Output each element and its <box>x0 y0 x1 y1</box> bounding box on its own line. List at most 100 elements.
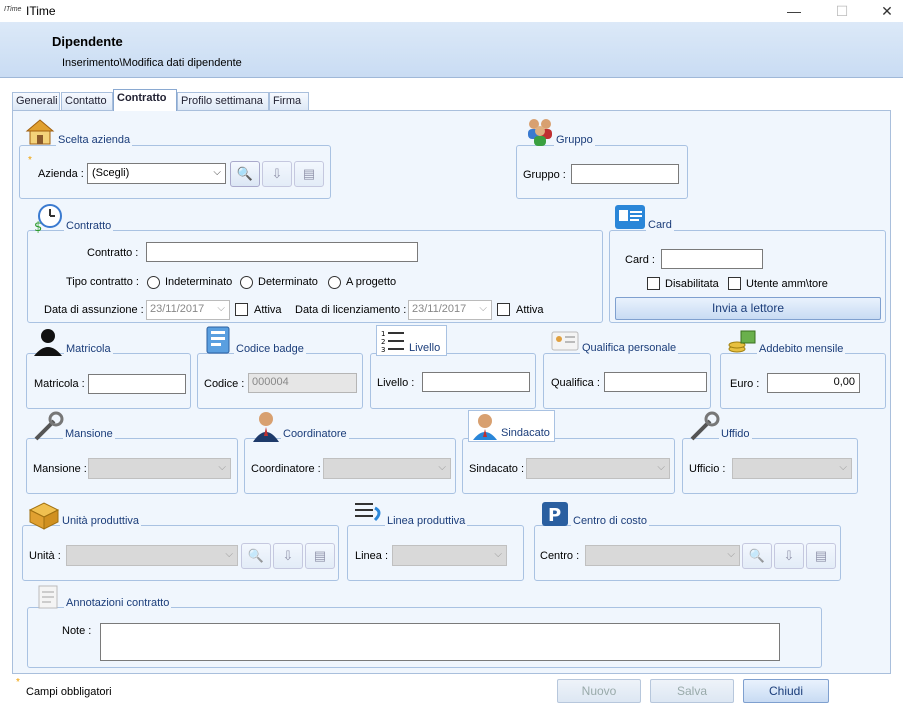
linea-select[interactable]: ⌵ <box>392 545 507 566</box>
sindacato-select[interactable]: ⌵ <box>526 458 670 479</box>
edit-icon: ▤ <box>313 548 327 563</box>
unita-select[interactable]: ⌵ <box>66 545 238 566</box>
contratto-input[interactable] <box>146 242 418 262</box>
wrench-icon <box>690 411 720 441</box>
ufficio-select[interactable]: ⌵ <box>732 458 852 479</box>
livello-group-title: Livello <box>407 342 443 354</box>
qualification-card-icon <box>551 331 579 351</box>
chevron-down-icon: ⌵ <box>217 303 225 314</box>
minimize-button[interactable]: — <box>771 0 817 22</box>
azienda-group-title: Scelta azienda <box>56 134 133 146</box>
id-card-icon <box>615 205 645 229</box>
badge-icon <box>206 326 230 354</box>
attiva-assunzione-checkbox[interactable] <box>235 303 248 316</box>
gruppo-input[interactable] <box>571 164 679 184</box>
ufficio-group-title: Uffido <box>719 428 752 440</box>
down-azienda-button[interactable]: ⇩ <box>262 161 292 187</box>
nuovo-button[interactable]: Nuovo <box>557 679 641 703</box>
radio-a-progetto-label: A progetto <box>346 276 397 288</box>
coordinatore-label: Coordinatore : <box>251 463 321 475</box>
radio-determinato-label: Determinato <box>258 276 318 288</box>
contratto-group-title: Contratto <box>64 220 114 232</box>
coordinatore-select[interactable]: ⌵ <box>323 458 451 479</box>
annotazioni-group-title: Annotazioni contratto <box>64 597 172 609</box>
sindacato-label: Sindacato : <box>469 463 525 475</box>
radio-a-progetto[interactable] <box>328 276 341 289</box>
down-unita-button[interactable]: ⇩ <box>273 543 303 569</box>
note-textarea[interactable] <box>100 623 780 661</box>
search-icon: 🔍 <box>236 166 254 181</box>
chevron-down-icon: ⌵ <box>479 303 487 314</box>
azienda-label: Azienda : <box>38 168 84 180</box>
qualifica-label: Qualifica : <box>551 377 600 389</box>
data-assunzione-value: 23/11/2017 <box>150 303 205 315</box>
svg-text:3: 3 <box>381 346 385 354</box>
maximize-button[interactable]: ☐ <box>819 0 865 22</box>
tab-contatto[interactable]: Contatto <box>61 92 113 110</box>
tab-profilo-settimana[interactable]: Profilo settimana <box>177 92 269 110</box>
close-button[interactable]: ✕ <box>864 0 903 22</box>
title-bar: ITime ITime — ☐ ✕ <box>0 0 903 22</box>
search-unita-button[interactable]: 🔍 <box>241 543 271 569</box>
radio-indeterminato[interactable] <box>147 276 160 289</box>
chevron-down-icon: ⌵ <box>494 549 502 560</box>
edit-azienda-button[interactable]: ▤ <box>294 161 324 187</box>
centro-select[interactable]: ⌵ <box>585 545 740 566</box>
card-input[interactable] <box>661 249 763 269</box>
arrow-down-icon: ⇩ <box>282 548 294 563</box>
codice-input[interactable]: 000004 <box>248 373 357 393</box>
edit-icon: ▤ <box>814 548 828 563</box>
radio-determinato[interactable] <box>240 276 253 289</box>
chevron-down-icon: ⌵ <box>225 549 233 560</box>
radio-indeterminato-label: Indeterminato <box>165 276 233 288</box>
required-fields-note: Campi obbligatori <box>26 686 112 698</box>
chiudi-button[interactable]: Chiudi <box>743 679 829 703</box>
tab-contratto[interactable]: Contratto <box>113 89 177 111</box>
search-centro-button[interactable]: 🔍 <box>742 543 772 569</box>
utente-amministratore-checkbox[interactable] <box>728 277 741 290</box>
azienda-select[interactable]: (Scegli) ⌵ <box>87 163 226 184</box>
edit-unita-button[interactable]: ▤ <box>305 543 335 569</box>
page-title: Dipendente <box>52 34 123 49</box>
euro-input[interactable]: 0,00 <box>767 373 860 393</box>
disabilitata-checkbox[interactable] <box>647 277 660 290</box>
unita-group-title: Unità produttiva <box>60 515 142 527</box>
tab-generali[interactable]: Generali <box>12 92 60 110</box>
linea-group-title: Linea produttiva <box>385 515 468 527</box>
codice-badge-group-title: Codice badge <box>234 343 306 355</box>
addebito-group-title: Addebito mensile <box>757 343 846 355</box>
chevron-down-icon: ⌵ <box>438 462 446 473</box>
arrow-down-icon: ⇩ <box>783 548 795 563</box>
matricola-input[interactable] <box>88 374 186 394</box>
centro-group-title: Centro di costo <box>571 515 649 527</box>
attiva-licenziamento-checkbox[interactable] <box>497 303 510 316</box>
edit-icon: ▤ <box>302 166 316 181</box>
contratto-label: Contratto : <box>87 247 139 259</box>
page-subtitle: Inserimento\Modifica dati dipendente <box>62 57 242 69</box>
salva-button[interactable]: Salva <box>650 679 734 703</box>
required-mark: * <box>16 677 20 688</box>
house-icon <box>25 119 55 145</box>
invia-a-lettore-button[interactable]: Invia a lettore <box>615 297 881 320</box>
data-assunzione-label: Data di assunzione : <box>44 304 144 316</box>
data-assunzione-picker[interactable]: 23/11/2017 ⌵ <box>146 300 230 320</box>
manager-icon <box>253 412 279 442</box>
data-licenziamento-picker[interactable]: 23/11/2017 ⌵ <box>408 300 492 320</box>
tab-firma[interactable]: Firma <box>269 92 309 110</box>
search-azienda-button[interactable]: 🔍 <box>230 161 260 187</box>
ufficio-label: Ufficio : <box>689 463 726 475</box>
chevron-down-icon: ⌵ <box>727 549 735 560</box>
livello-input[interactable] <box>422 372 530 392</box>
unita-label: Unità : <box>29 550 61 562</box>
gruppo-group-title: Gruppo <box>554 134 595 146</box>
note-label: Note : <box>62 625 92 637</box>
edit-centro-button[interactable]: ▤ <box>806 543 836 569</box>
mansione-select[interactable]: ⌵ <box>88 458 231 479</box>
attiva-assunzione-label: Attiva <box>254 304 282 316</box>
qualifica-input[interactable] <box>604 372 707 392</box>
chevron-down-icon: ⌵ <box>218 462 226 473</box>
svg-text:P: P <box>548 505 561 526</box>
box-package-icon <box>28 502 60 530</box>
down-centro-button[interactable]: ⇩ <box>774 543 804 569</box>
svg-text:2: 2 <box>381 338 385 346</box>
